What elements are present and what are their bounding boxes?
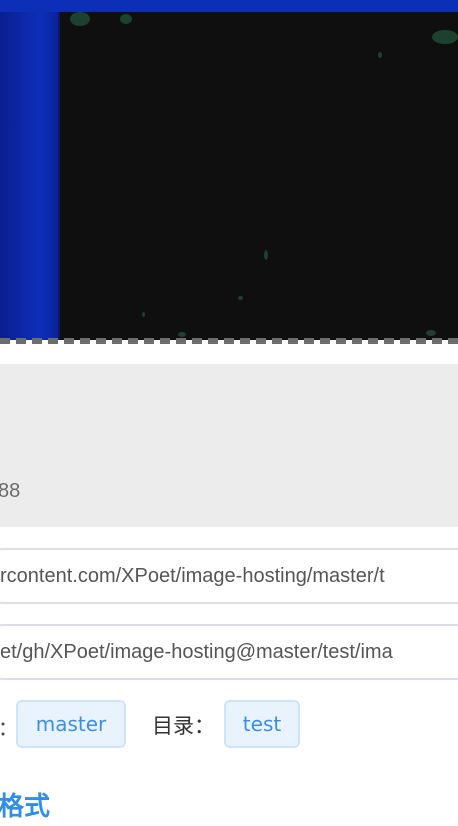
preview-dark-panel: [58, 12, 458, 340]
raw-url-field[interactable]: rcontent.com/XPoet/image-hosting/master/…: [0, 548, 458, 604]
image-info-value: 88: [0, 480, 21, 502]
dashed-divider: [0, 338, 458, 344]
preview-speck: [432, 30, 458, 44]
dir-tag[interactable]: test: [224, 700, 300, 748]
image-preview[interactable]: [0, 0, 458, 340]
preview-blue-top: [0, 0, 458, 12]
preview-speck: [120, 14, 132, 24]
preview-speck: [238, 296, 243, 300]
image-info-card: [0, 364, 458, 527]
preview-speck: [426, 330, 436, 336]
branch-tag[interactable]: master: [16, 700, 126, 748]
format-section-heading: 格式: [0, 792, 51, 822]
preview-blue-frame: [0, 0, 58, 340]
preview-speck: [142, 312, 145, 317]
preview-speck: [264, 250, 268, 260]
preview-speck: [178, 332, 186, 337]
raw-url-text: rcontent.com/XPoet/image-hosting/master/…: [0, 564, 385, 587]
image-detail-page: 88 rcontent.com/XPoet/image-hosting/mast…: [0, 0, 458, 826]
cdn-url-text: et/gh/XPoet/image-hosting@master/test/im…: [0, 640, 393, 663]
preview-speck: [70, 12, 90, 26]
meta-row: ： master 目录： test: [0, 700, 458, 748]
dir-label: 目录：: [152, 714, 215, 738]
cdn-url-field[interactable]: et/gh/XPoet/image-hosting@master/test/im…: [0, 624, 458, 680]
preview-speck: [378, 52, 382, 58]
